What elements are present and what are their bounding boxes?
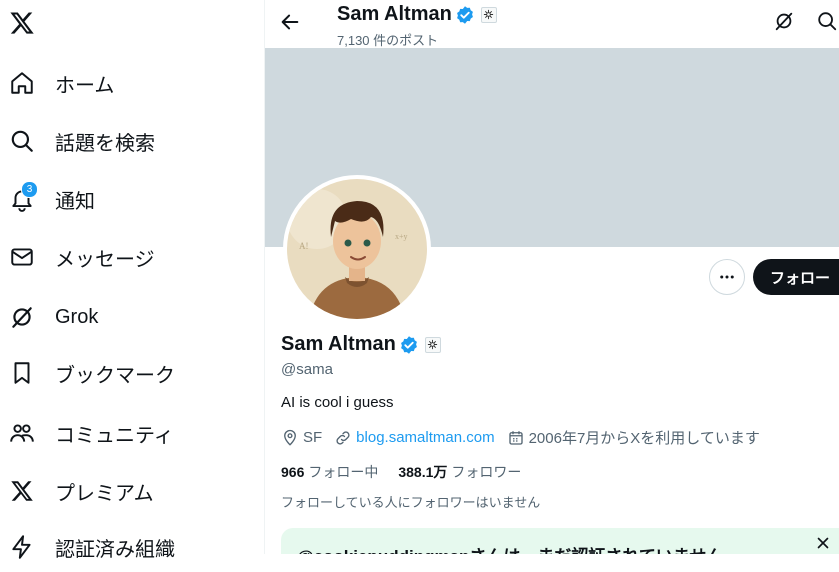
nav-item-grok[interactable]: Grok (8, 292, 98, 342)
more-dots-icon (720, 275, 734, 279)
post-count: 7,130 件のポスト (337, 33, 439, 48)
lightning-icon (8, 533, 36, 561)
profile-meta: SF blog.samaltman.com 2006年7月からXを利用しています (281, 427, 772, 448)
nav-item-notifications[interactable]: 3 通知 (8, 174, 95, 224)
affiliate-badge-icon[interactable] (424, 336, 441, 353)
following-link[interactable]: 966 フォロー中 (281, 462, 378, 482)
nav-item-premium[interactable]: プレミアム (8, 466, 154, 516)
avatar[interactable]: A! x+y (283, 175, 431, 323)
followers-label: フォロワー (451, 464, 522, 480)
nav-item-bookmarks[interactable]: ブックマーク (8, 348, 175, 398)
grok-icon[interactable] (773, 10, 797, 34)
bookmark-icon (8, 359, 36, 387)
header-name: Sam Altman (337, 3, 452, 25)
location-text: SF (303, 429, 323, 446)
nav-item-explore[interactable]: 話題を検索 (8, 116, 155, 166)
followers-you-know-note: フォローしている人にフォロワーはいません (281, 495, 541, 510)
nav-item-messages[interactable]: メッセージ (8, 232, 155, 282)
search-icon (8, 127, 36, 155)
link-icon (336, 430, 350, 445)
x-logo-icon[interactable] (9, 10, 37, 38)
people-icon (8, 419, 36, 447)
joined-text: 2006年7月からXを利用しています (528, 430, 760, 447)
close-icon[interactable] (814, 534, 834, 554)
verified-badge-icon[interactable] (399, 335, 419, 355)
header-name-row: Sam Altman (337, 3, 497, 26)
nav-label: ホーム (55, 74, 115, 97)
verification-notice: @cookiepuddingmanさんは、まだ認証されていません (281, 528, 839, 554)
followers-link[interactable]: 388.1万 フォロワー (398, 462, 521, 482)
calendar-icon (508, 430, 523, 445)
profile-header: Sam Altman 7,130 件のポスト (265, 0, 839, 48)
profile-name-row: Sam Altman (281, 333, 441, 356)
sidebar: ホーム 話題を検索 3 通知 メッセージ Grok ブックマーク コミュニティ … (0, 0, 265, 561)
profile-column: Sam Altman 7,130 件のポスト A! x+y フォロー Sam A… (265, 0, 839, 554)
following-label: フォロー中 (308, 464, 379, 480)
nav-label: 通知 (55, 190, 95, 213)
website-item: blog.samaltman.com (334, 429, 495, 447)
nav-label: コミュニティ (55, 424, 174, 447)
nav-label: プレミアム (55, 482, 154, 505)
follow-stats: 966 フォロー中 388.1万 フォロワー (281, 462, 541, 482)
following-count: 966 (281, 464, 305, 480)
notification-badge: 3 (21, 181, 38, 198)
notice-text: @cookiepuddingmanさんは、まだ認証されていません (297, 542, 723, 554)
grok-icon (8, 303, 36, 331)
follow-button[interactable]: フォロー (753, 259, 839, 295)
nav-label: メッセージ (55, 248, 155, 271)
nav-label: 認証済み組織 (55, 538, 175, 561)
home-icon (8, 69, 36, 97)
profile-handle: @sama (281, 361, 333, 378)
verified-badge-icon (456, 5, 473, 24)
website-link[interactable]: blog.samaltman.com (356, 429, 494, 446)
location-pin-icon (284, 429, 296, 446)
followers-count: 388.1万 (398, 464, 448, 480)
bell-icon: 3 (8, 181, 38, 213)
back-arrow-icon[interactable] (279, 11, 305, 37)
more-options-button[interactable] (709, 259, 745, 295)
nav-item-verified-orgs[interactable]: 認証済み組織 (8, 522, 175, 572)
search-icon[interactable] (816, 10, 839, 34)
envelope-icon (8, 243, 36, 271)
profile-bio: AI is cool i guess (281, 394, 394, 411)
nav-item-communities[interactable]: コミュニティ (8, 408, 174, 458)
joined-item: 2006年7月からXを利用しています (507, 427, 760, 448)
affiliate-badge-icon[interactable] (480, 6, 497, 23)
x-logo-icon (8, 477, 36, 505)
nav-item-home[interactable]: ホーム (8, 58, 114, 108)
nav-label: ブックマーク (55, 364, 175, 387)
location-item: SF (281, 429, 322, 447)
svg-text:x+y: x+y (395, 232, 408, 241)
svg-text:A!: A! (299, 241, 309, 251)
nav-label: 話題を検索 (55, 132, 155, 155)
nav-label: Grok (55, 305, 99, 328)
profile-name: Sam Altman (281, 333, 396, 355)
